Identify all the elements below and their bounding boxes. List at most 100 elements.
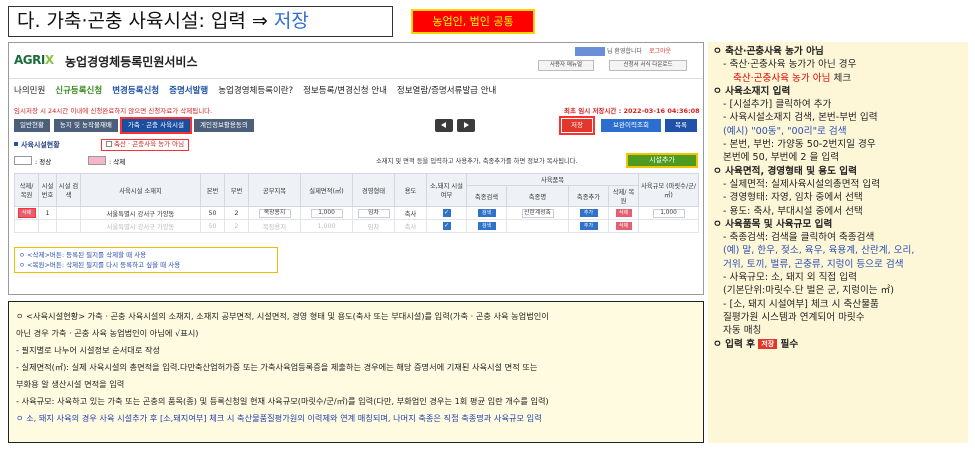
header-cattle-pig: 소,돼지 시설여부 — [426, 173, 467, 207]
user-manual-button[interactable]: 사용자 매뉴얼 — [538, 60, 594, 71]
header-del-restore: 삭제/ 복원 — [14, 173, 39, 207]
logout-link[interactable]: 로그아웃 — [649, 46, 671, 55]
tab-livestock-facility[interactable]: 가축 · 곤충 사육시설 — [119, 117, 193, 134]
nav-certificate[interactable]: 증명서발행 — [169, 84, 208, 96]
explain-text: 체크 — [830, 72, 852, 84]
header-breed-name: 축종명 — [506, 185, 569, 207]
row-mgmt: 임차 — [352, 219, 395, 233]
header-facility-no: 시설 번호 — [38, 173, 57, 207]
header-actual-area: 실제면적(㎡) — [300, 173, 353, 207]
prev-page-button[interactable] — [435, 119, 453, 132]
service-name: 농업경영체등록민원서비스 — [65, 55, 198, 69]
explain-line: - 축종검색: 검색을 클릭하여 축종검색 — [723, 232, 875, 244]
greeting-text: 님 환영합니다 — [607, 48, 643, 55]
row-location: 서울특별시 강서구 가양동 — [80, 206, 201, 220]
not-livestock-farm-label: 축산 · 곤충사육 농가 아님 — [114, 140, 185, 148]
row-mgmt-select[interactable]: 임차 — [357, 208, 390, 218]
nav-info-view-guide[interactable]: 정보열람/증명서류발급 안내 — [397, 84, 496, 96]
row-breed-add-button[interactable]: 추가 — [579, 222, 598, 230]
instructions-box: ㅇ <사육시설현황> 가축 · 곤충 사육시설의 소재지, 소재지 공부면적, … — [8, 301, 704, 443]
note-line: - 필지별로 나누어 시설정보 순서대로 작성 — [16, 345, 161, 355]
row-delete-button[interactable]: 삭제 — [17, 208, 36, 218]
explain-heading: ㅇ 사육소재지 입력 — [713, 85, 791, 97]
row-breed-search-button[interactable]: 검색 — [477, 222, 496, 230]
row-breed-search-button[interactable]: 검색 — [477, 209, 496, 217]
row-cattle-pig-checkbox[interactable]: ✓ — [442, 222, 451, 230]
nav-change-registration[interactable]: 변경등록신청 — [112, 84, 159, 96]
explain-heading: ㅇ 입력 후 저장 필수 — [713, 338, 963, 351]
nav-new-registration[interactable]: 신규등록신청 — [55, 84, 102, 96]
facility-table: 삭제/ 복원 시설 번호 시설 검색 사육시설 소재지 본번 부번 공부지목 실… — [14, 173, 699, 233]
row-breed-name: 산란계성축 — [521, 208, 554, 218]
explain-line: - 본번, 부번: 가양동 50-2번지일 경우 — [723, 139, 876, 151]
header-land-category: 공부지목 — [248, 173, 301, 207]
tab-privacy-consent[interactable]: 계인정보활용동의 — [194, 119, 254, 132]
note-line: ㅇ <사육시설현황> 가축 · 곤충 사육시설의 소재지, 소재지 공부면적, … — [16, 311, 549, 321]
explanation-panel: ㅇ 축산·곤충사육 농가 아님 - 축산·곤충사육 농가가 아닌 경우 축산·곤… — [708, 42, 968, 443]
row-item-delete-button[interactable]: 삭제 — [615, 209, 632, 217]
agrix-logo[interactable]: AGRIX — [14, 53, 54, 67]
row-area: 1,000 — [300, 219, 353, 233]
app-screenshot: 님 환영합니다 로그아웃 사용자 매뉴얼 신청서 서식 다운로드 AGRIX 농… — [8, 42, 704, 295]
row-cattle-pig-checkbox[interactable]: ✓ — [442, 209, 451, 217]
row-sub-lot: 2 — [224, 219, 249, 233]
header-facility-search: 시설 검색 — [56, 173, 81, 207]
row-main-lot: 50 — [200, 219, 225, 233]
not-livestock-farm-checkbox[interactable]: 축산 · 곤충사육 농가 아님 — [101, 139, 190, 151]
form-download-button[interactable]: 신청서 서식 다운로드 — [609, 60, 687, 71]
tab-general[interactable]: 일반현황 — [14, 119, 50, 132]
audience-badge: 농업인, 법인 공통 — [411, 9, 535, 34]
save-button[interactable]: 저장 — [559, 116, 595, 135]
row-breed-add-button[interactable]: 추가 — [579, 209, 598, 217]
explain-text: 필수 — [777, 338, 799, 350]
explain-line: - 용도: 축사, 부대시설 중에서 선택 — [723, 205, 863, 217]
explain-line: - 축산·곤충사육 농가가 아닌 경우 — [723, 59, 857, 71]
checkbox-box[interactable] — [106, 141, 112, 147]
row-facility-no: 1 — [38, 206, 57, 220]
nav-my-applications[interactable]: 나의민원 — [14, 84, 45, 96]
legend-deleted: : 삭제 — [109, 158, 126, 166]
row-scale-input[interactable]: 1,000 — [652, 208, 685, 218]
explain-heading: ㅇ 축산·곤충사육 농가 아님 — [713, 46, 824, 57]
row-land-category-select[interactable]: 목장용지 — [258, 208, 291, 218]
explain-line: - [소, 돼지 시설여부] 체크 시 축산물품 — [723, 298, 879, 310]
legend-deleted-swatch — [88, 156, 106, 165]
row-location: 서울특별시 강서구 가양동 — [80, 219, 201, 233]
delete-note-line: ㅇ <삭제>버튼: 등록된 필지를 삭제할 때 사용 — [19, 251, 147, 259]
user-name-chip — [575, 47, 605, 56]
add-facility-button[interactable]: 시설추가 — [626, 153, 698, 168]
nav-info-change-guide[interactable]: 정보등록/변경신청 안내 — [303, 84, 387, 96]
row-usage: 축사 — [394, 219, 427, 233]
header-items-group: 사육품목 — [466, 173, 639, 186]
explain-highlight: 축산·곤충사육 농가 아님 — [733, 72, 831, 84]
row-item-delete-button[interactable]: 삭제 — [615, 222, 632, 230]
list-button[interactable]: 목록 — [665, 119, 697, 132]
table-row: 삭제 1 서울특별시 강서구 가양동 50 2 목장용지 1,000 임차 축사… — [14, 206, 699, 220]
explain-line: 축산·곤충사육 농가 아님 체크 — [713, 72, 963, 85]
header-location: 사육시설 소재지 — [80, 173, 201, 207]
supplement-history-button[interactable]: 보완이력조회 — [601, 119, 661, 132]
header-breed-add: 축종추가 — [568, 185, 609, 207]
note-line: ㅇ 소, 돼지 사육의 경우 사육 시설추가 후 [소,돼지여부] 체크 시 축… — [16, 413, 542, 423]
restore-note-line: ㅇ <복원>버튼: 삭제된 필지를 다시 등록하고 싶을 때 사용 — [19, 261, 181, 269]
explain-text: ㅇ 입력 후 — [713, 338, 759, 350]
header-sub-lot: 부번 — [224, 173, 249, 207]
next-page-button[interactable] — [457, 119, 475, 132]
explain-line: 거위, 토끼, 벌류, 곤충류, 지렁이 등으로 검색 — [723, 258, 904, 270]
nav-about[interactable]: 농업경영체등록이란? — [218, 84, 293, 96]
logo-x: X — [44, 53, 54, 67]
row-usage[interactable]: 축사 — [394, 206, 427, 220]
explain-heading: ㅇ 사육품목 및 사육규모 입력 — [713, 218, 833, 230]
autosave-time: 최초 임시 저장시간 : 2022-03-16 04:36:08 — [564, 107, 700, 115]
section-title: 사육시설현황 — [14, 140, 60, 150]
row-sub-lot[interactable]: 2 — [224, 206, 249, 220]
row-area-input[interactable]: 1,000 — [310, 208, 343, 218]
header-main-lot: 본번 — [200, 173, 225, 207]
row-main-lot[interactable]: 50 — [200, 206, 225, 220]
header-mgmt-type: 경영형태 — [352, 173, 395, 207]
page-title: 다. 가축·곤충 사육시설: 입력 ⇒ 저장 — [8, 6, 393, 37]
tab-farmland[interactable]: 농지 및 농작물재배 — [53, 119, 118, 132]
note-line: - 사육규모: 사육하고 있는 가축 또는 곤충의 품목(종) 및 등록신청일 … — [16, 396, 549, 406]
main-nav: 나의민원 신규등록신청 변경등록신청 증명서발행 농업경영체등록이란? 정보등록… — [14, 84, 496, 96]
explain-line: 본번에 50, 부번에 2 을 입력 — [723, 152, 840, 164]
